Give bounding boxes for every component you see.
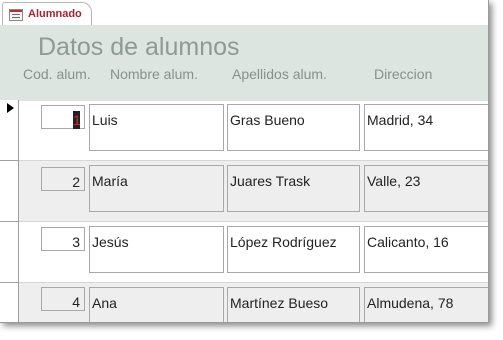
cod-alum-field[interactable]: 4 bbox=[41, 287, 85, 311]
cod-alum-field[interactable]: 1 bbox=[41, 105, 85, 129]
column-header-apellidos: Apellidos alum. bbox=[232, 66, 327, 82]
record-selector-column bbox=[0, 100, 19, 322]
record-row: 4 Ana Martínez Bueso Almudena, 78 bbox=[0, 283, 488, 322]
current-record-arrow-icon[interactable] bbox=[7, 103, 14, 113]
column-header-cod: Cod. alum. bbox=[23, 66, 91, 82]
record-row: 1 Luis Gras Bueno Madrid, 34 bbox=[0, 100, 488, 160]
direccion-field[interactable]: Almudena, 78 bbox=[364, 287, 488, 322]
direccion-field[interactable]: Valle, 23 bbox=[364, 165, 488, 212]
form-title: Datos de alumnos bbox=[38, 33, 240, 61]
nombre-field[interactable]: Luis bbox=[89, 104, 224, 151]
document-tab-strip: Alumnado bbox=[0, 0, 488, 26]
selector-divider bbox=[0, 221, 18, 222]
nombre-field[interactable]: Jesús bbox=[89, 226, 224, 273]
cod-alum-field[interactable]: 3 bbox=[41, 227, 85, 251]
direccion-field[interactable]: Calicanto, 16 bbox=[364, 226, 488, 273]
column-header-nombre: Nombre alum. bbox=[110, 66, 198, 82]
nombre-field[interactable]: María bbox=[89, 165, 224, 212]
apellidos-field[interactable]: Gras Bueno bbox=[227, 104, 360, 151]
cod-alum-field[interactable]: 2 bbox=[41, 167, 85, 191]
form-icon bbox=[9, 9, 23, 21]
selector-divider bbox=[0, 282, 18, 283]
direccion-field[interactable]: Madrid, 34 bbox=[364, 104, 488, 151]
column-header-direccion: Direccion bbox=[374, 66, 433, 82]
record-row: 3 Jesús López Rodríguez Calicanto, 16 bbox=[0, 222, 488, 282]
apellidos-field[interactable]: Martínez Bueso bbox=[227, 287, 360, 322]
selector-divider bbox=[0, 160, 18, 161]
tab-alumnado[interactable]: Alumnado bbox=[2, 2, 92, 26]
form-window: Alumnado Datos de alumnos Cod. alum. Nom… bbox=[0, 0, 489, 323]
record-row: 2 María Juares Trask Valle, 23 bbox=[0, 161, 488, 221]
apellidos-field[interactable]: López Rodríguez bbox=[227, 226, 360, 273]
nombre-field[interactable]: Ana bbox=[89, 287, 224, 322]
form-header: Datos de alumnos Cod. alum. Nombre alum.… bbox=[0, 25, 488, 101]
text-cursor: 1 bbox=[73, 111, 81, 129]
tab-label: Alumnado bbox=[28, 8, 82, 20]
apellidos-field[interactable]: Juares Trask bbox=[227, 165, 360, 212]
